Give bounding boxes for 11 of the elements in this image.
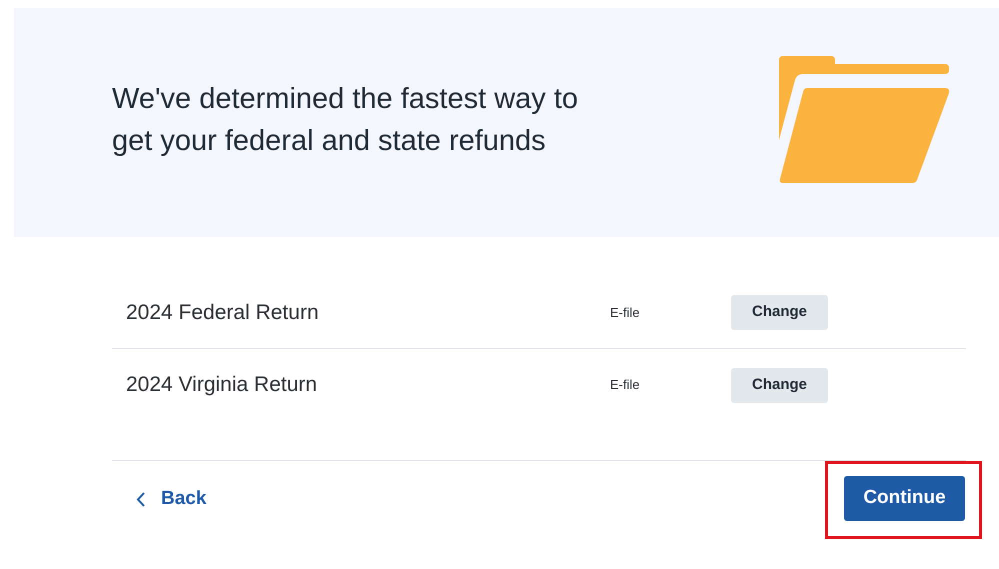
filing-method: E-file (610, 304, 641, 322)
folder-icon (779, 56, 951, 184)
change-button[interactable]: Change (731, 368, 828, 402)
page-heading: We've determined the fastest way to get your federal and state refunds (112, 82, 580, 158)
chevron-left-icon (136, 492, 145, 507)
return-name: 2024 Federal Return (126, 300, 320, 326)
continue-button[interactable]: Continue (844, 476, 965, 520)
change-button[interactable]: Change (731, 295, 828, 330)
filing-method: E-file (610, 376, 641, 394)
back-link[interactable]: Back (136, 485, 206, 514)
return-name: 2024 Virginia Return (126, 372, 318, 398)
